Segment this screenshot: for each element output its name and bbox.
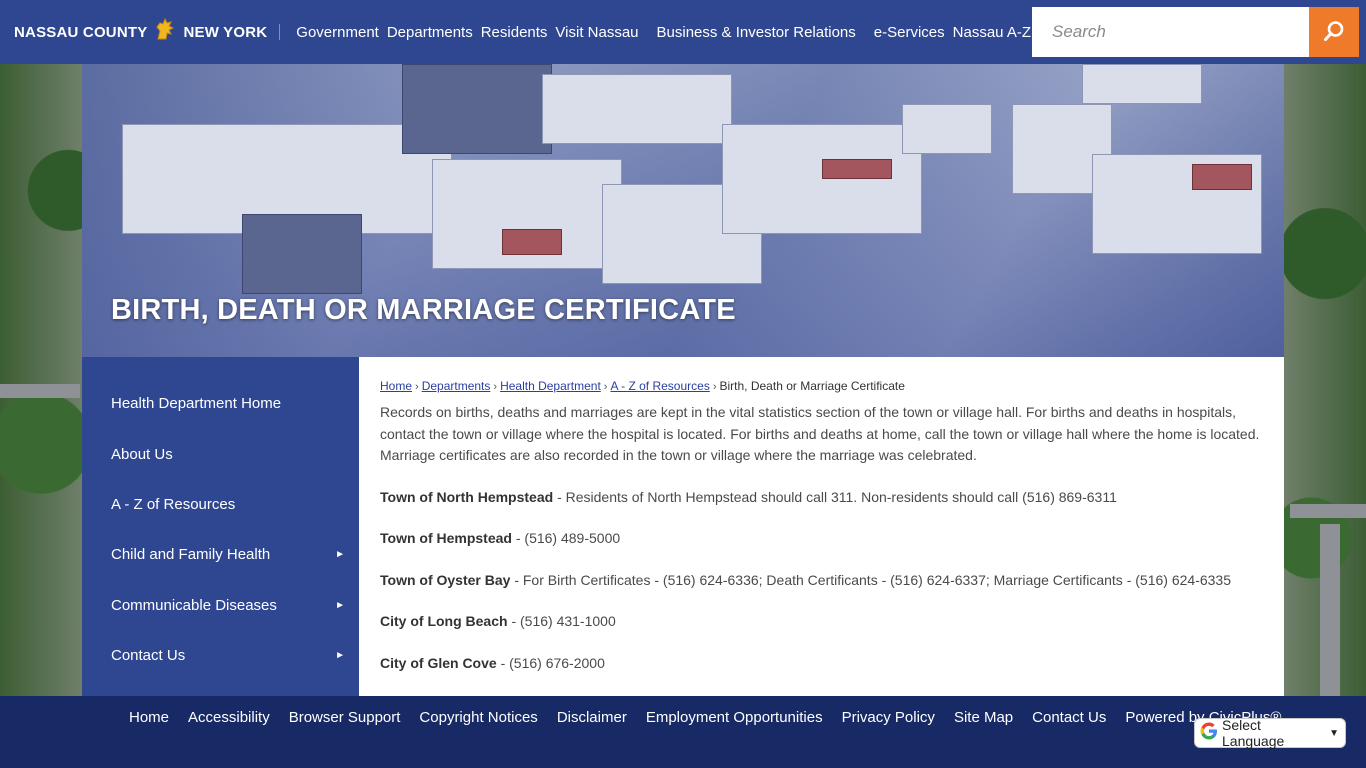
- sidebar-item-contact-us[interactable]: Contact Us ►: [111, 647, 345, 664]
- footer-copyright[interactable]: Copyright Notices: [419, 709, 537, 726]
- breadcrumb-separator: ›: [712, 381, 717, 393]
- sidebar-item-label: Health Department Home: [111, 395, 282, 412]
- footer-employment[interactable]: Employment Opportunities: [646, 709, 823, 726]
- arrow-right-icon[interactable]: ►: [335, 549, 345, 560]
- breadcrumb-departments[interactable]: Departments: [422, 379, 491, 393]
- footer-browser-support[interactable]: Browser Support: [289, 709, 401, 726]
- language-select-label: Select Language: [1222, 717, 1285, 749]
- nav-visit-nassau[interactable]: Visit Nassau: [551, 24, 642, 41]
- entry-detail: - (516) 676-2000: [496, 654, 605, 671]
- sidebar-item-child-family-health[interactable]: Child and Family Health ►: [111, 546, 345, 563]
- sidebar-item-health-home[interactable]: Health Department Home: [111, 395, 345, 412]
- footer-privacy[interactable]: Privacy Policy: [842, 709, 935, 726]
- nav-government[interactable]: Government: [292, 24, 383, 41]
- footer-accessibility[interactable]: Accessibility: [188, 709, 270, 726]
- list-item: Town of Oyster Bay - For Birth Certifica…: [380, 570, 1263, 592]
- site-logo[interactable]: NASSAU COUNTY NEW YORK: [14, 17, 267, 47]
- site-header: NASSAU COUNTY NEW YORK Government Depart…: [0, 0, 1366, 64]
- arrow-right-icon[interactable]: ►: [335, 600, 345, 611]
- breadcrumb: Home › Departments › Health Department › A - Z…: [380, 379, 1263, 393]
- list-item: Town of North Hempstead - Residents of N…: [380, 487, 1263, 509]
- breadcrumb-a-z-resources[interactable]: A - Z of Resources: [610, 379, 709, 393]
- site-footer: Home Accessibility Browser Support Copyr…: [0, 696, 1366, 768]
- nav-business[interactable]: Business & Investor Relations: [653, 24, 860, 41]
- entry-name: City of Long Beach: [380, 613, 508, 629]
- nav-residents[interactable]: Residents: [477, 24, 552, 41]
- breadcrumb-current: Birth, Death or Marriage Certificate: [719, 379, 905, 393]
- footer-disclaimer[interactable]: Disclaimer: [557, 709, 627, 726]
- list-item: City of Long Beach - (516) 431-1000: [380, 611, 1263, 633]
- entry-detail: - For Birth Certificates - (516) 624-633…: [510, 571, 1231, 588]
- breadcrumb-separator: ›: [603, 381, 608, 393]
- entry-name: Town of Oyster Bay: [380, 571, 511, 588]
- breadcrumb-health-department[interactable]: Health Department: [500, 379, 601, 393]
- page-title: BIRTH, DEATH OR MARRIAGE CERTIFICATE: [111, 294, 736, 326]
- search-input[interactable]: [1032, 7, 1309, 57]
- breadcrumb-home[interactable]: Home: [380, 379, 412, 393]
- sidebar-item-label: Contact Us: [111, 647, 186, 664]
- entry-name: Town of Hempstead: [380, 530, 512, 546]
- logo-left-text: NASSAU COUNTY: [14, 23, 148, 41]
- language-select[interactable]: Select Language ▼: [1194, 717, 1346, 749]
- sidebar: Health Department Home About Us A - Z of…: [82, 357, 359, 696]
- list-item: Town of Hempstead - (516) 489-5000: [380, 528, 1263, 550]
- search-bar: [1032, 7, 1359, 57]
- arrow-right-icon[interactable]: ►: [335, 650, 345, 661]
- sidebar-item-a-z-resources[interactable]: A - Z of Resources: [111, 496, 345, 513]
- google-icon: [1200, 722, 1218, 745]
- sidebar-item-label: Child and Family Health: [111, 546, 271, 563]
- entry-name: Town of North Hempstead: [380, 488, 554, 505]
- nav-departments[interactable]: Departments: [383, 24, 477, 41]
- sidebar-item-communicable-diseases[interactable]: Communicable Diseases ►: [111, 597, 345, 614]
- breadcrumb-separator: ›: [415, 381, 419, 393]
- entry-detail: - (516) 431-1000: [507, 613, 616, 629]
- main-content: Home › Departments › Health Department › A - Z…: [359, 357, 1284, 696]
- footer-home[interactable]: Home: [129, 709, 169, 726]
- entry-detail: - Residents of North Hempstead should ca…: [553, 488, 1117, 505]
- entry-name: City of Glen Cove: [380, 654, 497, 671]
- sidebar-item-label: About Us: [111, 446, 173, 463]
- breadcrumb-separator: ›: [493, 381, 498, 393]
- search-button[interactable]: [1309, 7, 1359, 57]
- sidebar-item-about-us[interactable]: About Us: [111, 446, 345, 463]
- footer-contact-us[interactable]: Contact Us: [1032, 709, 1106, 726]
- sidebar-item-label: Communicable Diseases: [111, 597, 277, 614]
- footer-site-map[interactable]: Site Map: [954, 709, 1013, 726]
- logo-right-text: NEW YORK: [183, 23, 268, 41]
- lion-icon: [153, 17, 177, 47]
- entry-detail: - (516) 489-5000: [511, 530, 621, 546]
- chevron-down-icon: ▼: [1329, 727, 1339, 739]
- footer-links: Home Accessibility Browser Support Copyr…: [129, 709, 1281, 726]
- page-banner: BIRTH, DEATH OR MARRIAGE CERTIFICATE: [82, 64, 1284, 357]
- main-nav: Government Departments Residents Visit N…: [292, 24, 1035, 41]
- sidebar-item-label: A - Z of Resources: [111, 496, 236, 513]
- nav-nassau-a-z[interactable]: Nassau A-Z: [949, 24, 1035, 41]
- logo-divider: [279, 24, 281, 40]
- intro-paragraph: Records on births, deaths and marriages …: [380, 404, 1260, 463]
- search-icon: [1323, 20, 1345, 45]
- nav-e-services[interactable]: e-Services: [870, 24, 949, 41]
- list-item: City of Glen Cove - (516) 676-2000: [380, 653, 1263, 675]
